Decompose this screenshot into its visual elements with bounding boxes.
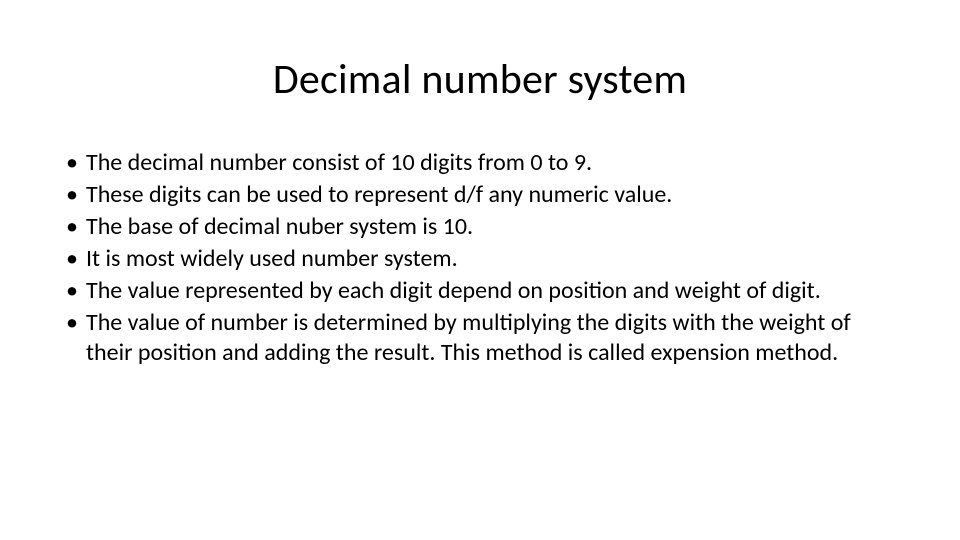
- list-item: The decimal number consist of 10 digits …: [66, 148, 894, 178]
- list-item: The value represented by each digit depe…: [66, 276, 894, 306]
- slide-title: Decimal number system: [0, 54, 960, 105]
- bullet-list: The decimal number consist of 10 digits …: [66, 148, 894, 368]
- slide: Decimal number system The decimal number…: [0, 0, 960, 540]
- list-item: The base of decimal nuber system is 10.: [66, 212, 894, 242]
- list-item: These digits can be used to represent d/…: [66, 180, 894, 210]
- slide-body: The decimal number consist of 10 digits …: [66, 148, 894, 370]
- list-item: It is most widely used number system.: [66, 244, 894, 274]
- list-item: The value of number is determined by mul…: [66, 308, 894, 368]
